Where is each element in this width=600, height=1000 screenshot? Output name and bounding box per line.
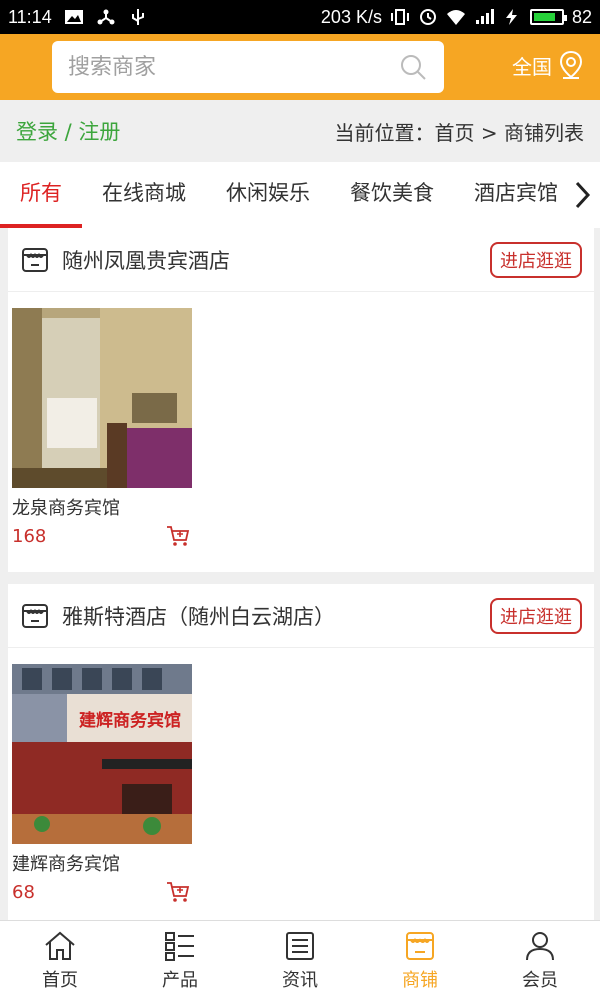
nav-products[interactable]: 产品 <box>120 921 240 1000</box>
nav-member-label: 会员 <box>522 969 558 991</box>
shop-card: 随州凤凰贵宾酒店 进店逛逛 龙泉商务宾馆 168 <box>8 228 594 572</box>
cart-icon[interactable] <box>166 525 190 547</box>
tab-leisure[interactable]: 休闲娱乐 <box>206 162 330 228</box>
enter-shop-button[interactable]: 进店逛逛 <box>490 597 582 634</box>
nav-home-label: 首页 <box>42 969 78 991</box>
shop-name[interactable]: 雅斯特酒店（随州白云湖店） <box>62 601 335 631</box>
signal-icon <box>475 9 494 24</box>
status-time: 11:14 <box>8 6 52 27</box>
battery-icon <box>529 9 567 25</box>
product-item[interactable]: 建辉商务宾馆 建辉商务宾馆 68 <box>12 664 194 903</box>
nav-news[interactable]: 资讯 <box>240 921 360 1000</box>
login-register-link[interactable]: 登录 / 注册 <box>16 116 120 146</box>
breadcrumb: 当前位置：首页 > 商铺列表 <box>334 120 584 145</box>
product-name[interactable]: 龙泉商务宾馆 <box>12 494 194 520</box>
app-header: 全国 <box>0 34 600 100</box>
location-pin-icon <box>559 50 583 79</box>
image-icon <box>64 10 83 24</box>
shop-header[interactable]: 随州凤凰贵宾酒店 进店逛逛 <box>8 228 594 292</box>
charging-icon <box>505 9 517 25</box>
search-input[interactable] <box>68 54 398 80</box>
search-box[interactable] <box>52 41 444 93</box>
network-speed: 203 K/s <box>320 6 382 27</box>
tab-all[interactable]: 所有 <box>0 162 82 228</box>
nav-stores-label: 商铺 <box>402 969 438 991</box>
nav-products-label: 产品 <box>162 969 198 991</box>
store-icon <box>406 931 434 960</box>
tabs-next-button[interactable] <box>564 162 600 228</box>
store-icon <box>22 247 48 272</box>
nav-home[interactable]: 首页 <box>0 921 120 1000</box>
home-icon <box>45 931 75 960</box>
nav-news-label: 资讯 <box>282 969 318 991</box>
share-icon <box>97 9 115 25</box>
chevron-right-icon <box>575 181 591 209</box>
category-tabs: 所有 在线商城 休闲娱乐 餐饮美食 酒店宾馆 <box>0 162 600 228</box>
list-icon <box>165 931 194 961</box>
tab-hotel[interactable]: 酒店宾馆 <box>454 162 578 228</box>
shop-header[interactable]: 雅斯特酒店（随州白云湖店） 进店逛逛 <box>8 584 594 648</box>
tab-online-mall[interactable]: 在线商城 <box>82 162 206 228</box>
enter-shop-button[interactable]: 进店逛逛 <box>490 241 582 278</box>
user-icon <box>526 931 554 960</box>
product-image[interactable]: 建辉商务宾馆 <box>12 664 192 844</box>
battery-percent: 82 <box>571 6 592 27</box>
tab-food[interactable]: 餐饮美食 <box>330 162 454 228</box>
status-bar: 11:14 203 K/s 82 <box>0 0 600 34</box>
bottom-navigation: 首页 产品 资讯 商铺 会员 <box>0 920 600 1000</box>
wifi-icon <box>446 10 465 25</box>
shop-name[interactable]: 随州凤凰贵宾酒店 <box>62 245 230 275</box>
usb-icon <box>131 9 144 25</box>
alarm-icon <box>419 9 436 25</box>
product-item[interactable]: 龙泉商务宾馆 168 <box>12 308 194 547</box>
product-name[interactable]: 建辉商务宾馆 <box>12 850 194 876</box>
shop-card: 雅斯特酒店（随州白云湖店） 进店逛逛 建辉商务宾馆 建辉商务宾馆 68 <box>8 584 594 920</box>
news-icon <box>286 931 314 960</box>
shop-sign-text: 建辉商务宾馆 <box>79 710 181 731</box>
vibrate-icon <box>390 9 409 25</box>
product-image[interactable] <box>12 308 192 488</box>
region-label: 全国 <box>512 54 552 79</box>
store-icon <box>22 603 48 628</box>
cart-icon[interactable] <box>166 881 190 903</box>
breadcrumb-row: 登录 / 注册 当前位置：首页 > 商铺列表 <box>0 100 600 162</box>
region-selector[interactable]: 全国 <box>512 50 584 80</box>
nav-stores[interactable]: 商铺 <box>360 921 480 1000</box>
search-icon[interactable] <box>398 52 428 82</box>
nav-member[interactable]: 会员 <box>480 921 600 1000</box>
